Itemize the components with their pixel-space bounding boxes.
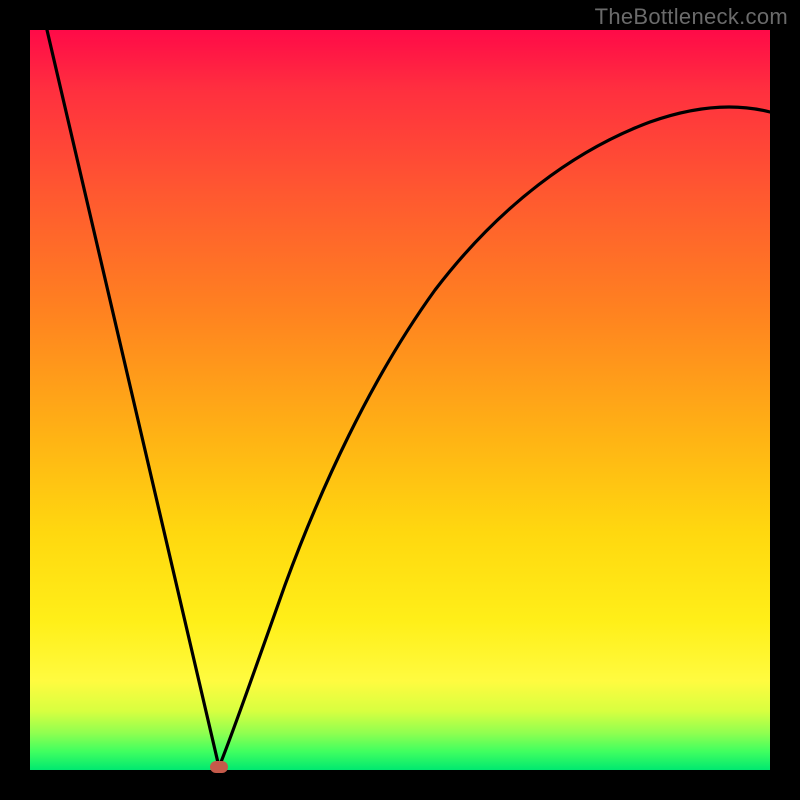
watermark-text: TheBottleneck.com [595,4,788,30]
chart-frame: TheBottleneck.com [0,0,800,800]
curve-path [47,30,770,767]
plot-area [30,30,770,770]
optimal-point-marker [210,761,228,773]
bottleneck-curve [30,30,770,770]
